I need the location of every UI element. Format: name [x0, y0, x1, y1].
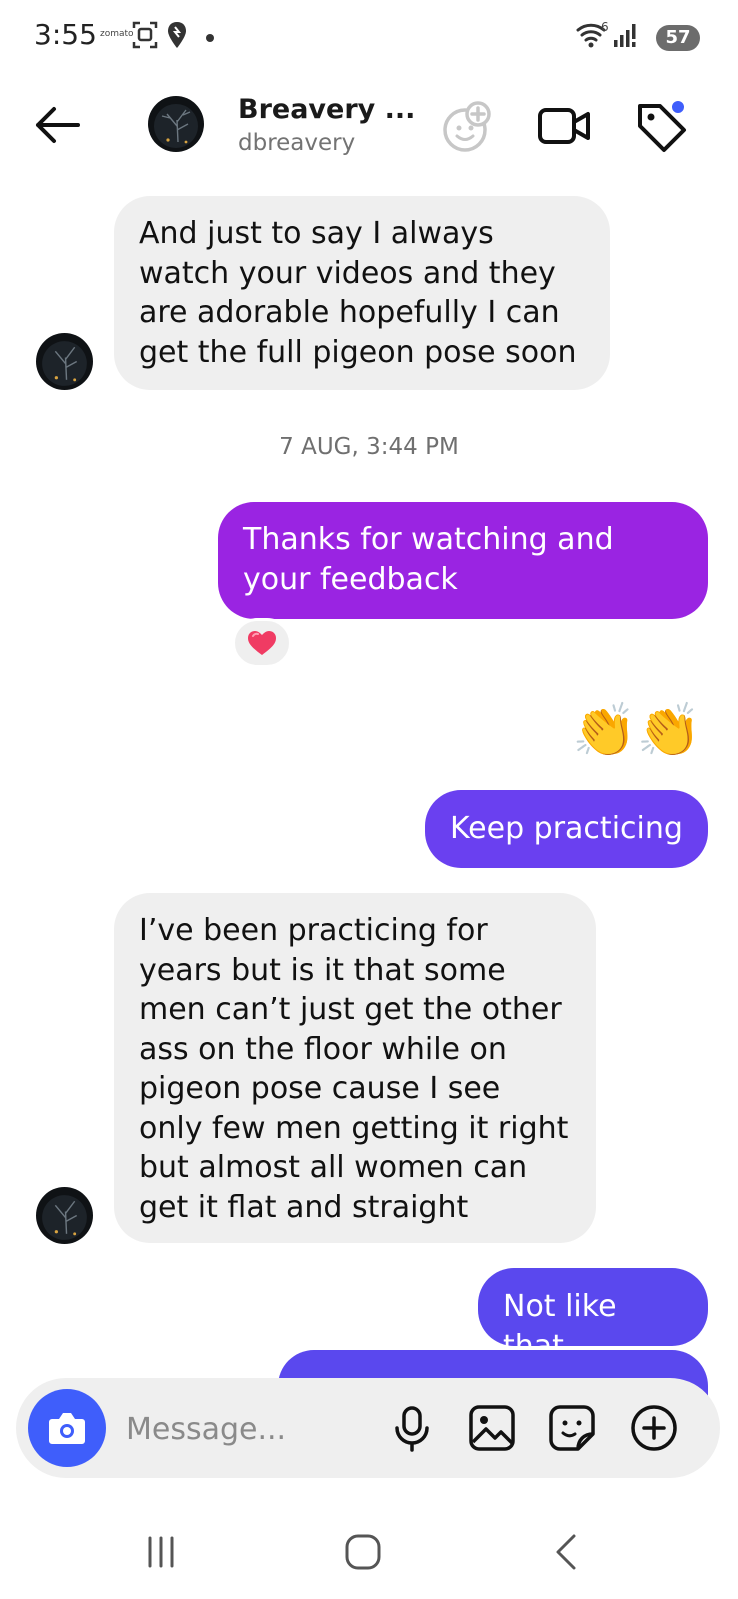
wifi-badge: 6	[601, 20, 609, 34]
sticker-icon[interactable]	[546, 1402, 598, 1454]
sender-avatar[interactable]	[36, 1187, 93, 1244]
plus-icon[interactable]	[628, 1402, 680, 1454]
status-time: 3:55	[34, 18, 97, 51]
sender-avatar[interactable]	[36, 333, 93, 390]
message-bubble-outgoing[interactable]: Keep practicing	[425, 790, 708, 868]
avatar[interactable]	[148, 96, 204, 152]
nav-back-icon[interactable]	[544, 1530, 594, 1574]
message-input[interactable]	[124, 1402, 378, 1456]
home-icon[interactable]	[338, 1530, 388, 1574]
contact-name[interactable]: Breavery ...	[238, 94, 415, 125]
screenshot-icon	[132, 21, 158, 49]
reaction-badge[interactable]	[232, 618, 292, 668]
heart-reaction-icon	[248, 631, 276, 655]
battery-indicator: 57	[656, 25, 700, 51]
contact-username[interactable]: dbreavery	[238, 130, 355, 156]
microphone-icon[interactable]	[386, 1402, 438, 1454]
signal-icon	[614, 24, 636, 47]
location-icon	[168, 22, 186, 48]
message-composer	[16, 1378, 720, 1478]
clapping-emoji-message[interactable]: 👏👏	[572, 700, 702, 761]
timestamp: 7 AUG, 3:44 PM	[279, 434, 459, 460]
message-bubble-outgoing[interactable]: Not like that	[478, 1268, 708, 1364]
zomato-notification-icon: zomato	[100, 29, 134, 39]
message-bubble-outgoing[interactable]: Thanks for watching and your feedback	[218, 502, 708, 619]
message-bubble-incoming[interactable]: And just to say I always watch your vide…	[114, 196, 610, 390]
chat-header: Breavery ... dbreavery	[0, 80, 738, 180]
message-bubble-incoming[interactable]: I’ve been practicing for years but is it…	[114, 893, 596, 1243]
recents-icon[interactable]	[136, 1530, 186, 1574]
add-effect-icon[interactable]	[440, 98, 496, 154]
camera-button[interactable]	[28, 1389, 106, 1467]
notification-dot	[206, 34, 214, 42]
system-navigation-bar	[0, 1500, 738, 1599]
video-call-icon[interactable]	[536, 98, 592, 154]
back-arrow-icon[interactable]	[32, 100, 86, 150]
camera-icon	[49, 1413, 85, 1444]
gallery-icon[interactable]	[466, 1402, 518, 1454]
status-bar: 3:55 zomato 6 57	[0, 0, 738, 76]
tag-icon[interactable]	[634, 98, 690, 154]
